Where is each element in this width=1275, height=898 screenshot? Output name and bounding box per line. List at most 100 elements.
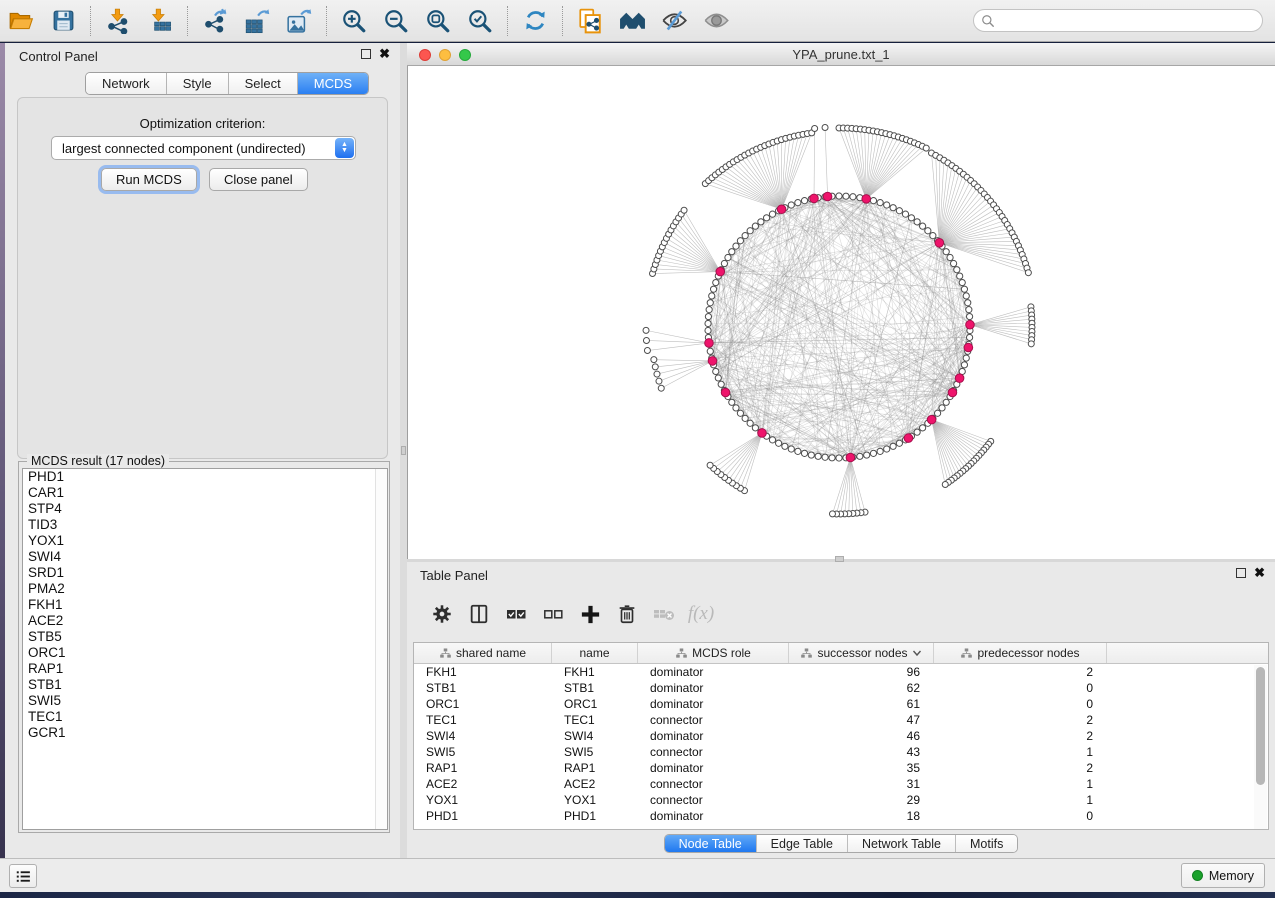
tab-network-table[interactable]: Network Table bbox=[848, 835, 956, 852]
select-all-button[interactable] bbox=[501, 599, 531, 629]
new-network-from-selection-button[interactable] bbox=[572, 4, 608, 38]
zoom-out-button[interactable] bbox=[378, 4, 414, 38]
mcds-result-item[interactable]: CAR1 bbox=[23, 485, 387, 501]
import-table-button[interactable] bbox=[142, 4, 178, 38]
column-header-shared-name[interactable]: shared name bbox=[414, 643, 552, 663]
memory-button[interactable]: Memory bbox=[1181, 863, 1265, 888]
mcds-hub-node[interactable] bbox=[758, 429, 767, 438]
table-row[interactable]: YOX1YOX1connector291 bbox=[414, 792, 1268, 808]
refresh-layout-button[interactable] bbox=[517, 4, 553, 38]
tab-style[interactable]: Style bbox=[167, 73, 229, 94]
network-view-canvas[interactable] bbox=[407, 66, 1275, 559]
zoom-selected-button[interactable] bbox=[462, 4, 498, 38]
vertical-splitter[interactable] bbox=[400, 43, 407, 858]
mcds-hub-node[interactable] bbox=[935, 238, 944, 247]
close-panel-button[interactable]: Close panel bbox=[209, 168, 308, 191]
table-row[interactable]: STB1STB1dominator620 bbox=[414, 680, 1268, 696]
table-row[interactable]: FKH1FKH1dominator962 bbox=[414, 664, 1268, 680]
export-table-button[interactable] bbox=[239, 4, 275, 38]
column-header-predecessor-nodes[interactable]: predecessor nodes bbox=[934, 643, 1107, 663]
open-file-button[interactable] bbox=[3, 4, 39, 38]
mcds-result-item[interactable]: YOX1 bbox=[23, 533, 387, 549]
mcds-result-item[interactable]: STB1 bbox=[23, 677, 387, 693]
task-history-button[interactable] bbox=[9, 864, 37, 888]
close-panel-icon[interactable]: ✖ bbox=[1254, 568, 1265, 578]
float-panel-icon[interactable] bbox=[361, 49, 371, 59]
mcds-hub-node[interactable] bbox=[823, 192, 832, 201]
show-all-button[interactable] bbox=[698, 4, 734, 38]
table-row[interactable]: ACE2ACE2connector311 bbox=[414, 776, 1268, 792]
zoom-in-button[interactable] bbox=[336, 4, 372, 38]
tab-select[interactable]: Select bbox=[229, 73, 298, 94]
column-header-successor-nodes[interactable]: successor nodes bbox=[789, 643, 934, 663]
mcds-result-item[interactable]: PHD1 bbox=[23, 469, 387, 485]
column-header-mcds-role[interactable]: MCDS role bbox=[638, 643, 789, 663]
tab-mcds[interactable]: MCDS bbox=[298, 73, 368, 94]
search-input[interactable] bbox=[999, 14, 1262, 28]
mcds-result-item[interactable]: RAP1 bbox=[23, 661, 387, 677]
mcds-result-item[interactable]: SWI5 bbox=[23, 693, 387, 709]
gear-button[interactable] bbox=[427, 599, 457, 629]
mcds-result-item[interactable]: ACE2 bbox=[23, 613, 387, 629]
mcds-result-item[interactable]: TID3 bbox=[23, 517, 387, 533]
zoom-fit-button[interactable] bbox=[420, 4, 456, 38]
mcds-result-item[interactable]: FKH1 bbox=[23, 597, 387, 613]
add-column-button[interactable] bbox=[575, 599, 605, 629]
export-image-button[interactable] bbox=[281, 4, 317, 38]
float-panel-icon[interactable] bbox=[1236, 568, 1246, 578]
mcds-result-item[interactable]: STB5 bbox=[23, 629, 387, 645]
mcds-hub-node[interactable] bbox=[777, 205, 786, 214]
search-box[interactable] bbox=[973, 9, 1263, 32]
function-builder-button[interactable]: f(x) bbox=[686, 599, 716, 629]
mcds-hub-node[interactable] bbox=[964, 343, 973, 352]
mcds-result-item[interactable]: TEC1 bbox=[23, 709, 387, 725]
scrollbar-thumb[interactable] bbox=[1256, 667, 1265, 785]
mcds-hub-node[interactable] bbox=[948, 388, 957, 397]
table-row[interactable]: PHD1PHD1dominator180 bbox=[414, 808, 1268, 824]
mcds-hub-node[interactable] bbox=[708, 357, 717, 366]
mcds-hub-node[interactable] bbox=[904, 434, 913, 443]
mcds-hub-node[interactable] bbox=[705, 339, 714, 348]
mcds-hub-node[interactable] bbox=[927, 415, 936, 424]
splitter-handle[interactable] bbox=[401, 446, 406, 455]
save-session-button[interactable] bbox=[45, 4, 81, 38]
tab-motifs[interactable]: Motifs bbox=[956, 835, 1017, 852]
mcds-hub-node[interactable] bbox=[846, 453, 855, 462]
mcds-result-item[interactable]: STP4 bbox=[23, 501, 387, 517]
mcds-hub-node[interactable] bbox=[810, 194, 819, 203]
mcds-hub-node[interactable] bbox=[862, 195, 871, 204]
mcds-hub-node[interactable] bbox=[955, 374, 964, 383]
tab-network[interactable]: Network bbox=[86, 73, 167, 94]
mcds-result-item[interactable]: ORC1 bbox=[23, 645, 387, 661]
import-network-button[interactable] bbox=[100, 4, 136, 38]
optimization-criterion-select[interactable]: largest connected component (undirected)… bbox=[51, 136, 356, 160]
table-row[interactable]: SWI5SWI5connector431 bbox=[414, 744, 1268, 760]
tab-edge-table[interactable]: Edge Table bbox=[757, 835, 848, 852]
column-header-name[interactable]: name bbox=[552, 643, 638, 663]
mcds-result-item[interactable]: GCR1 bbox=[23, 725, 387, 741]
mcds-result-item[interactable]: PMA2 bbox=[23, 581, 387, 597]
mcds-result-item[interactable]: SWI4 bbox=[23, 549, 387, 565]
table-row[interactable]: RAP1RAP1dominator352 bbox=[414, 760, 1268, 776]
delete-table-button[interactable] bbox=[649, 599, 679, 629]
tab-node-table[interactable]: Node Table bbox=[665, 835, 757, 852]
mcds-result-item[interactable]: SRD1 bbox=[23, 565, 387, 581]
mcds-hub-node[interactable] bbox=[966, 320, 975, 329]
table-row[interactable]: TEC1TEC1connector472 bbox=[414, 712, 1268, 728]
hide-selected-button[interactable] bbox=[656, 4, 692, 38]
mcds-result-list[interactable]: PHD1CAR1STP4TID3YOX1SWI4SRD1PMA2FKH1ACE2… bbox=[22, 468, 388, 830]
deselect-all-button[interactable] bbox=[538, 599, 568, 629]
network-window-titlebar[interactable]: YPA_prune.txt_1 bbox=[407, 43, 1275, 66]
close-panel-icon[interactable]: ✖ bbox=[379, 49, 390, 59]
table-scrollbar[interactable] bbox=[1254, 665, 1267, 829]
first-neighbors-button[interactable] bbox=[614, 4, 650, 38]
run-mcds-button[interactable]: Run MCDS bbox=[101, 168, 197, 191]
delete-button[interactable] bbox=[612, 599, 642, 629]
columns-button[interactable] bbox=[464, 599, 494, 629]
table-row[interactable]: SWI4SWI4dominator462 bbox=[414, 728, 1268, 744]
mcds-hub-node[interactable] bbox=[721, 388, 730, 397]
mcds-list-scrollbar[interactable] bbox=[375, 469, 387, 829]
mcds-hub-node[interactable] bbox=[716, 267, 725, 276]
export-network-button[interactable] bbox=[197, 4, 233, 38]
table-row[interactable]: ORC1ORC1dominator610 bbox=[414, 696, 1268, 712]
